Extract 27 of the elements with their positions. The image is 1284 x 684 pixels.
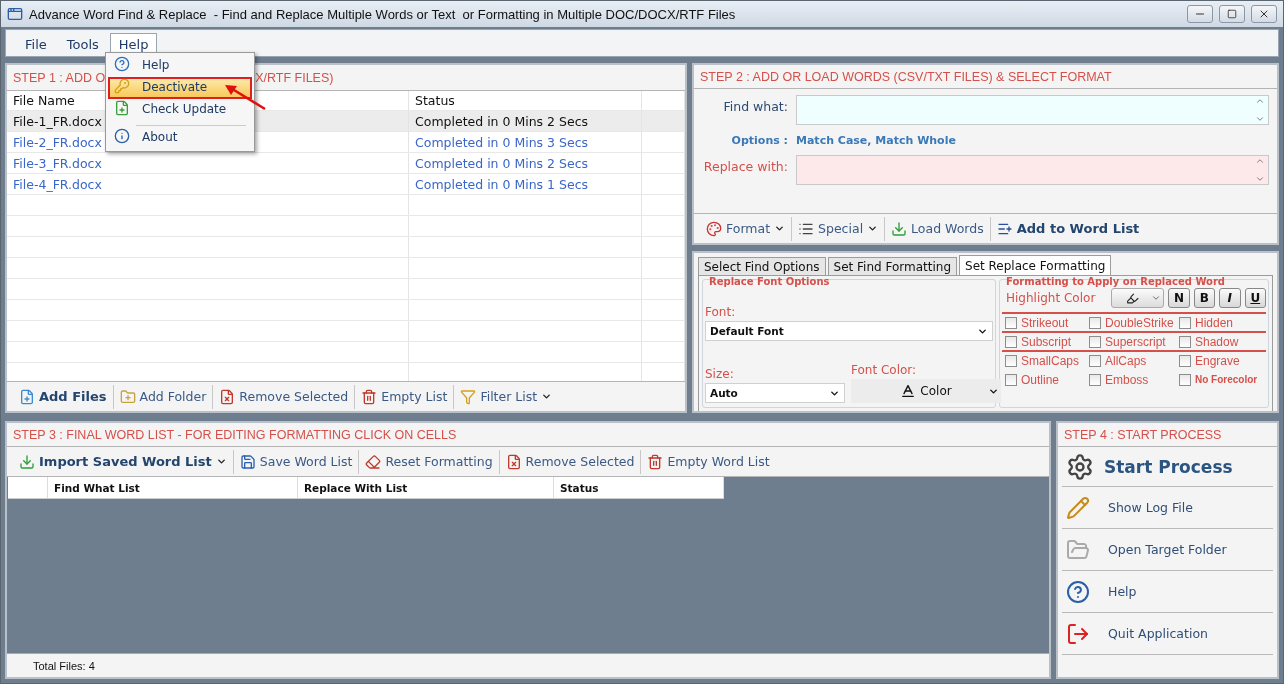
field-label: Find what: [722, 98, 788, 114]
panel-title: STEP 4 : START PROCESS [1064, 427, 1222, 442]
column-header: Find What List [48, 477, 298, 498]
group-title: Formatting to Apply on Replaced Word [1005, 276, 1227, 287]
panel-title: STEP 3 : FINAL WORD LIST - FOR EDITING FORMATTING CLICK ON CELLS [13, 427, 457, 442]
window-title: Advance Word Find & Replace - Find and Replace Multiple Words or Text or Formatting in Multiple DOC/DOCX/RTF Files [29, 6, 737, 22]
table-cell: Completed in 0 Mins 3 Secs [409, 132, 642, 152]
panel-title: STEP 2 : ADD OR LOAD WORDS (CSV/TXT FILES) & SELECT FORMAT [700, 69, 1112, 84]
options-value: Match Case, Match Whole [796, 133, 957, 147]
field-label: Font: [705, 305, 737, 319]
table-cell: File-3_FR.docx [7, 153, 409, 173]
group-title: Replace Font Options [708, 276, 831, 287]
table-cell: Completed in 0 Mins 2 Secs [409, 153, 642, 173]
column-header: Status [554, 477, 724, 498]
table-cell: Completed in 0 Mins 2 Secs [409, 111, 642, 131]
options-label: Options : [730, 133, 788, 147]
field-label: Font Color: [851, 363, 918, 377]
column-header: Replace With List [298, 477, 554, 498]
field-label: Size: [705, 367, 735, 381]
table-cell: File-4_FR.docx [7, 174, 409, 194]
panel-title: X/RTF FILES) [255, 70, 334, 85]
column-header: Status [409, 91, 642, 110]
status-text: Total Files: 4 [33, 659, 95, 672]
field-label: Replace with: [702, 158, 788, 174]
panel-title: STEP 1 : ADD O [13, 70, 106, 85]
table-cell: Completed in 0 Mins 1 Secs [409, 174, 642, 194]
field-label: Highlight Color [1006, 291, 1096, 305]
